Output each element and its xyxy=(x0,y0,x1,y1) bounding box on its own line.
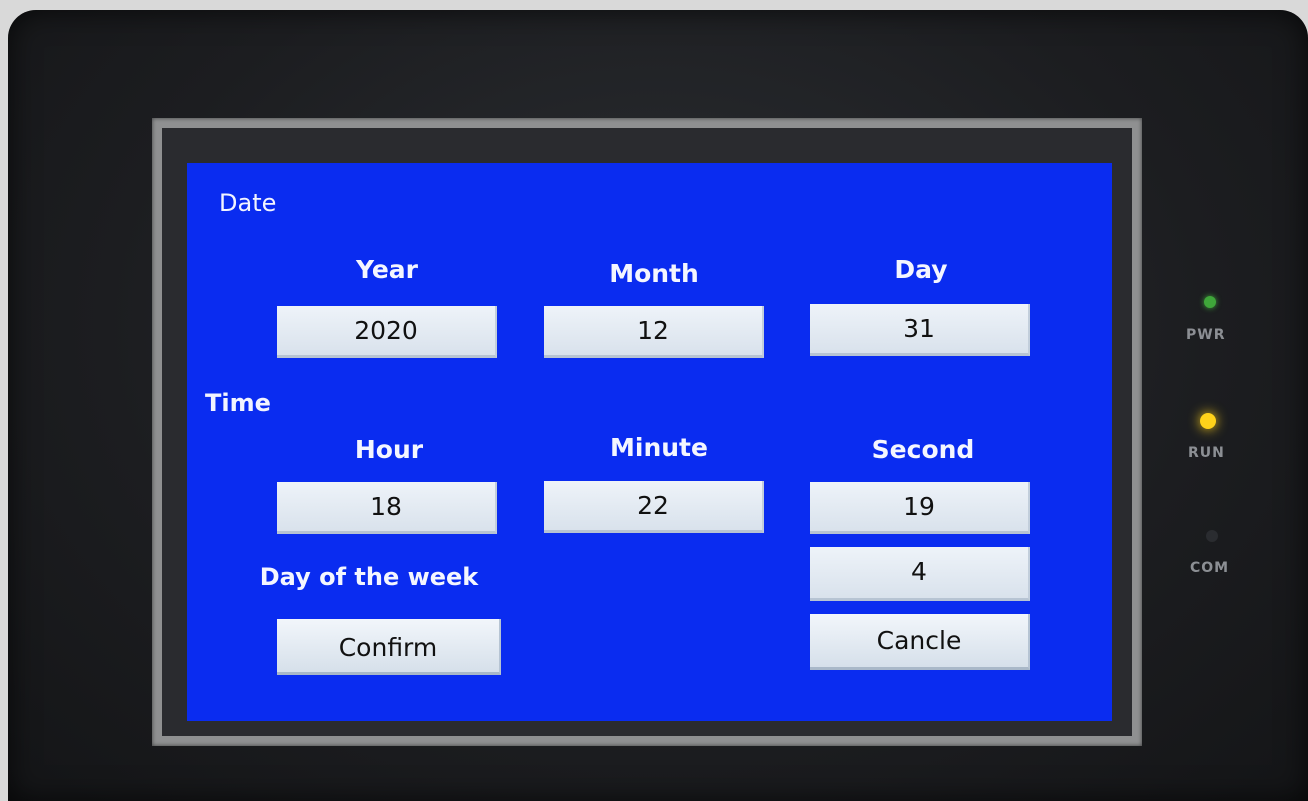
com-label: COM xyxy=(1190,560,1230,576)
day-label: Day xyxy=(894,255,948,284)
second-label: Second xyxy=(871,435,975,464)
month-label: Month xyxy=(609,259,699,288)
year-field[interactable]: 2020 xyxy=(277,306,497,358)
hmi-screen: Date Year Month Day 2020 12 31 Time Hour… xyxy=(187,163,1112,721)
minute-field[interactable]: 22 xyxy=(544,481,764,533)
minute-label: Minute xyxy=(610,433,708,462)
run-label: RUN xyxy=(1188,445,1225,461)
hour-label: Hour xyxy=(354,435,424,464)
hour-field[interactable]: 18 xyxy=(277,482,497,534)
com-led-icon xyxy=(1206,530,1218,542)
second-field[interactable]: 19 xyxy=(810,482,1030,534)
pwr-label: PWR xyxy=(1186,327,1226,343)
pwr-led-icon xyxy=(1204,296,1216,308)
time-section-title: Time xyxy=(205,389,271,417)
day-field[interactable]: 31 xyxy=(810,304,1030,356)
confirm-button[interactable]: Confirm xyxy=(277,619,501,675)
day-of-week-field[interactable]: 4 xyxy=(810,547,1030,601)
cancel-button[interactable]: Cancle xyxy=(810,614,1030,670)
date-section-title: Date xyxy=(219,189,277,217)
month-field[interactable]: 12 xyxy=(544,306,764,358)
run-led-icon xyxy=(1200,413,1216,429)
year-label: Year xyxy=(356,255,418,284)
day-of-week-label: Day of the week xyxy=(259,563,479,591)
